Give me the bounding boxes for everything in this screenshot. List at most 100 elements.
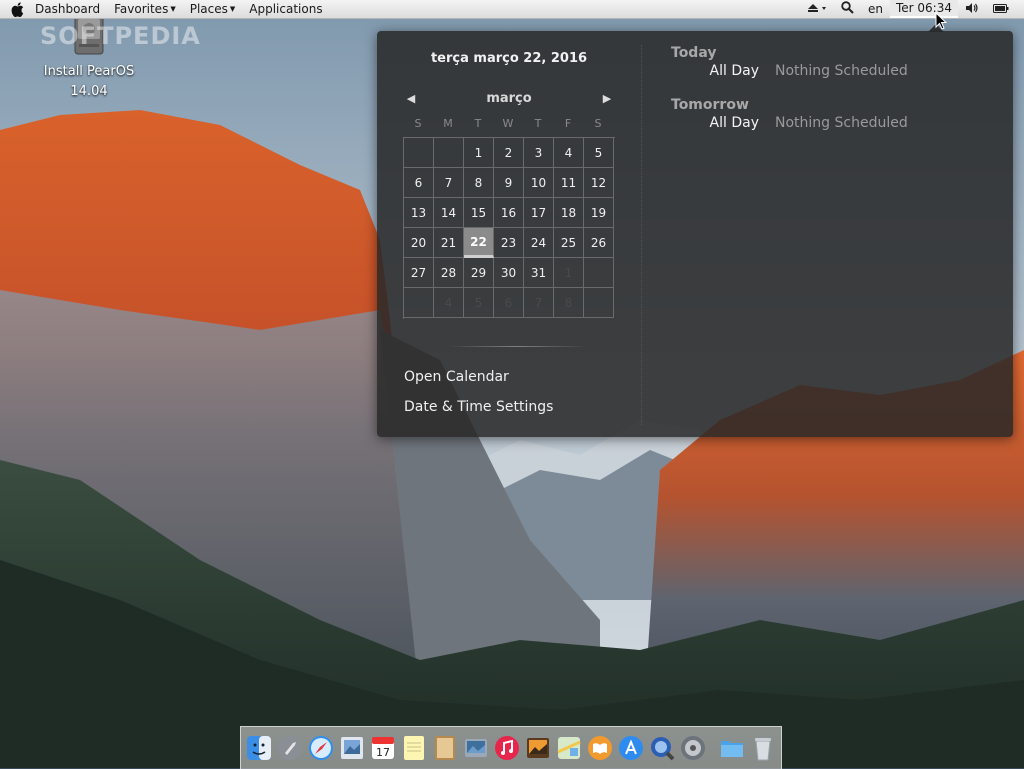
calendar-day[interactable]: 24 (524, 228, 554, 258)
previous-month-arrow-icon[interactable]: ◀ (403, 89, 419, 107)
calendar-day[interactable]: 8 (554, 288, 584, 318)
weekday-label: F (564, 117, 572, 130)
preview-icon[interactable] (338, 734, 366, 762)
calendar-section: terça março 22, 2016 ◀ março ▶ S M T W T F S 1… (377, 31, 641, 437)
top-panel: Dashboard Favorites ▼ Places ▼ Applicati… (0, 0, 1024, 19)
calendar-icon[interactable]: 17 (369, 734, 397, 762)
calendar-day[interactable]: 6 (404, 168, 434, 198)
calendar-day[interactable]: 11 (554, 168, 584, 198)
calendar-day[interactable]: 7 (434, 168, 464, 198)
event-row[interactable]: All Day Nothing Scheduled (671, 63, 991, 79)
date-time-settings-button[interactable]: Date & Time Settings (404, 399, 553, 415)
calendar-day[interactable] (584, 288, 614, 318)
calendar-day[interactable]: 13 (404, 198, 434, 228)
calendar-day[interactable]: 12 (584, 168, 614, 198)
weekday-header: SMTWTFS (403, 117, 614, 130)
calendar-day[interactable]: 31 (524, 258, 554, 288)
weekday-label: T (534, 117, 542, 130)
events-tomorrow: Tomorrow All Day Nothing Scheduled (671, 97, 991, 131)
finder-icon[interactable] (245, 734, 273, 762)
menu-applications[interactable]: Applications (242, 0, 329, 18)
event-text: Nothing Scheduled (775, 63, 908, 79)
apple-menu-icon[interactable] (6, 0, 28, 18)
calendar-day[interactable]: 4 (554, 138, 584, 168)
open-calendar-button[interactable]: Open Calendar (404, 369, 509, 385)
calendar-day[interactable]: 26 (584, 228, 614, 258)
calendar-day[interactable]: 8 (464, 168, 494, 198)
calendar-day[interactable]: 19 (584, 198, 614, 228)
calendar-day[interactable]: 30 (494, 258, 524, 288)
calendar-day[interactable]: 16 (494, 198, 524, 228)
battery-indicator[interactable] (986, 0, 1016, 18)
menu-places-label: Places (189, 2, 228, 16)
calendar-day[interactable]: 1 (554, 258, 584, 288)
calendar-day[interactable]: 27 (404, 258, 434, 288)
calendar-day[interactable]: 14 (434, 198, 464, 228)
ibooks-icon[interactable] (586, 734, 614, 762)
calendar-day[interactable]: 7 (524, 288, 554, 318)
gallery-icon[interactable] (524, 734, 552, 762)
launchpad-rocket-icon[interactable] (276, 734, 304, 762)
maps-icon[interactable] (555, 734, 583, 762)
calendar-day[interactable]: 20 (404, 228, 434, 258)
calendar-day-today[interactable]: 22 (464, 228, 494, 258)
weekday-label: T (474, 117, 482, 130)
calendar-day[interactable]: 5 (584, 138, 614, 168)
calendar-day[interactable]: 23 (494, 228, 524, 258)
calendar-day[interactable] (434, 138, 464, 168)
weekday-label: W (502, 117, 514, 130)
calendar-day[interactable]: 6 (494, 288, 524, 318)
calendar-day[interactable]: 9 (494, 168, 524, 198)
calendar-day[interactable] (584, 258, 614, 288)
battery-icon (993, 2, 1009, 16)
system-preferences-icon[interactable] (679, 734, 707, 762)
events-tomorrow-title: Tomorrow (671, 97, 749, 113)
calendar-day[interactable]: 17 (524, 198, 554, 228)
watermark: SOFTPEDIA (40, 22, 201, 50)
event-time: All Day (709, 115, 759, 131)
separator (447, 346, 587, 347)
calendar-day[interactable]: 28 (434, 258, 464, 288)
calendar-day[interactable]: 10 (524, 168, 554, 198)
photos-icon[interactable] (462, 734, 490, 762)
menu-favorites[interactable]: Favorites ▼ (107, 0, 183, 18)
quicktime-icon[interactable] (648, 734, 676, 762)
dock: 17 (240, 726, 782, 769)
event-text: Nothing Scheduled (775, 115, 908, 131)
volume-indicator[interactable] (958, 0, 986, 18)
calendar-day[interactable] (404, 138, 434, 168)
keyboard-layout-label: en (867, 2, 883, 16)
calendar-day[interactable]: 5 (464, 288, 494, 318)
event-row[interactable]: All Day Nothing Scheduled (671, 115, 991, 131)
menu-dashboard[interactable]: Dashboard (28, 0, 107, 18)
weekday-label: M (443, 117, 453, 130)
safari-icon[interactable] (307, 734, 335, 762)
clock-indicator[interactable]: Ter 06:34 (889, 0, 958, 18)
calendar-day[interactable]: 18 (554, 198, 584, 228)
app-store-icon[interactable] (617, 734, 645, 762)
month-label: março (486, 90, 532, 106)
itunes-icon[interactable] (493, 734, 521, 762)
desktop-icon-label-line2: 14.04 (70, 84, 108, 99)
calendar-day[interactable]: 2 (494, 138, 524, 168)
notes-icon[interactable] (400, 734, 428, 762)
chevron-down-icon: ▼ (229, 5, 236, 13)
calendar-day[interactable]: 3 (524, 138, 554, 168)
folder-icon[interactable] (718, 734, 746, 762)
keyboard-layout-indicator[interactable]: en (861, 0, 890, 18)
calendar-day[interactable]: 21 (434, 228, 464, 258)
calendar-day[interactable]: 4 (434, 288, 464, 318)
contacts-icon[interactable] (431, 734, 459, 762)
calendar-day[interactable]: 25 (554, 228, 584, 258)
calendar-day[interactable]: 15 (464, 198, 494, 228)
menu-places[interactable]: Places ▼ (183, 0, 243, 18)
date-heading: terça março 22, 2016 (430, 51, 588, 66)
calendar-day[interactable] (404, 288, 434, 318)
search-indicator[interactable] (834, 0, 861, 18)
calendar-day[interactable]: 29 (464, 258, 494, 288)
trash-icon[interactable] (749, 734, 777, 762)
calendar-day[interactable]: 1 (464, 138, 494, 168)
weekday-label: S (594, 117, 602, 130)
eject-indicator[interactable] (800, 0, 834, 18)
next-month-arrow-icon[interactable]: ▶ (599, 89, 615, 107)
